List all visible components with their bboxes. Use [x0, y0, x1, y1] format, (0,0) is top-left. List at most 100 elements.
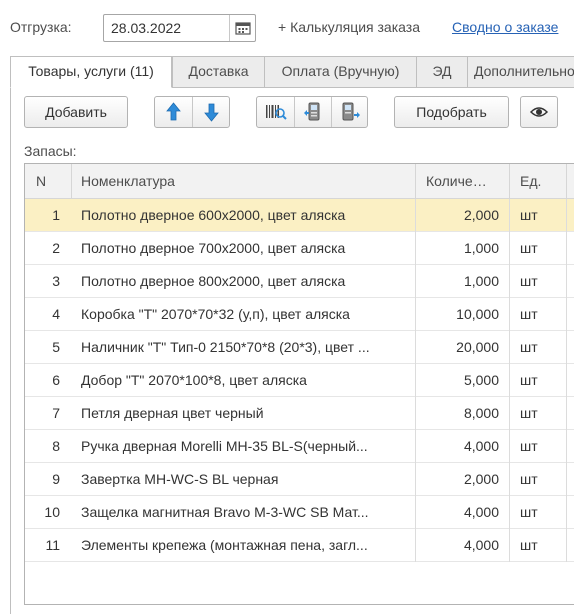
row-quantity[interactable]: 10,000	[417, 298, 499, 331]
row-item-name[interactable]: Коробка "Т" 2070*70*32 (у,п), цвет аляск…	[81, 298, 411, 331]
table-row[interactable]: 8 Ручка дверная Morelli MH-35 BL-S(черны…	[25, 430, 574, 463]
row-quantity[interactable]: 20,000	[417, 331, 499, 364]
shipment-date-field[interactable]: 28.03.2022	[103, 14, 256, 42]
shipment-date-value[interactable]: 28.03.2022	[111, 20, 181, 36]
panel-border	[10, 87, 11, 614]
tab-label: ЭД	[432, 63, 452, 79]
row-unit[interactable]: шт	[520, 331, 560, 364]
table-row[interactable]: 2 Полотно дверное 700x2000, цвет аляска …	[25, 232, 574, 265]
row-number: 1	[52, 207, 60, 223]
tab-delivery[interactable]: Доставка	[172, 56, 265, 88]
row-unit[interactable]: шт	[520, 364, 560, 397]
row-quantity[interactable]: 8,000	[417, 397, 499, 430]
date-field-divider	[229, 15, 230, 41]
shipment-label: Отгрузка:	[10, 19, 72, 35]
row-number: 4	[52, 306, 60, 322]
row-unit[interactable]: шт	[520, 529, 560, 562]
row-quantity[interactable]: 5,000	[417, 364, 499, 397]
move-up-button[interactable]	[155, 97, 192, 127]
table-row[interactable]: 3 Полотно дверное 800x2000, цвет аляска …	[25, 265, 574, 298]
row-item-name[interactable]: Защелка магнитная Bravo M-3-WC SB Мат...	[81, 496, 411, 529]
scanner-settings-icon	[342, 102, 360, 121]
header-row: Отгрузка: 28.03.2022 + Калькуляция заказ…	[0, 0, 574, 56]
column-divider	[509, 199, 510, 562]
move-down-button[interactable]	[192, 97, 229, 127]
row-number: 8	[52, 438, 60, 454]
tab-label: Доставка	[188, 63, 249, 79]
row-item-name[interactable]: Наличник "Т" Тип-0 2150*70*8 (20*3), цве…	[81, 331, 411, 364]
row-item-name[interactable]: Завертка MH-WC-S BL черная	[81, 463, 411, 496]
row-number: 2	[52, 240, 60, 256]
table-row[interactable]: 7 Петля дверная цвет черный 8,000 шт	[25, 397, 574, 430]
table-row[interactable]: 6 Добор "Т" 2070*100*8, цвет аляска 5,00…	[25, 364, 574, 397]
row-unit[interactable]: шт	[520, 430, 560, 463]
tab-label: Товары, услуги (11)	[28, 63, 154, 79]
row-quantity[interactable]: 4,000	[417, 529, 499, 562]
pick-button[interactable]: Подобрать	[394, 96, 509, 128]
row-unit[interactable]: шт	[520, 199, 560, 232]
tab-label: Оплата (Вручную)	[281, 63, 400, 79]
tab-payment[interactable]: Оплата (Вручную)	[264, 56, 417, 88]
column-divider	[566, 199, 567, 562]
row-quantity[interactable]: 2,000	[417, 199, 499, 232]
column-divider	[415, 199, 416, 562]
row-item-name[interactable]: Ручка дверная Morelli MH-35 BL-S(черный.…	[81, 430, 411, 463]
row-unit[interactable]: шт	[520, 232, 560, 265]
arrow-down-icon	[204, 103, 219, 122]
goods-table: N Номенклатура Количе… Ед. 1 Полотно две…	[24, 163, 574, 605]
table-row[interactable]: 11 Элементы крепежа (монтажная пена, заг…	[25, 529, 574, 562]
row-number: 6	[52, 372, 60, 388]
tab-additional[interactable]: Дополнительно	[467, 56, 574, 88]
table-row[interactable]: 10 Защелка магнитная Bravo M-3-WC SB Мат…	[25, 496, 574, 529]
column-header-name[interactable]: Номенклатура	[81, 164, 401, 199]
table-row[interactable]: 5 Наличник "Т" Тип-0 2150*70*8 (20*3), ц…	[25, 331, 574, 364]
column-divider	[509, 164, 510, 199]
row-quantity[interactable]: 4,000	[417, 430, 499, 463]
table-row[interactable]: 4 Коробка "Т" 2070*70*32 (у,п), цвет аля…	[25, 298, 574, 331]
row-unit[interactable]: шт	[520, 496, 560, 529]
calculation-link[interactable]: + Калькуляция заказа	[278, 19, 420, 35]
scanner-load-button[interactable]	[294, 97, 331, 127]
scanner-buttons	[256, 96, 368, 128]
barcode-scan-icon	[266, 105, 287, 120]
row-quantity[interactable]: 1,000	[417, 265, 499, 298]
view-button[interactable]	[520, 96, 558, 128]
row-item-name[interactable]: Добор "Т" 2070*100*8, цвет аляска	[81, 364, 411, 397]
order-summary-link[interactable]: Сводно о заказе	[452, 19, 558, 35]
row-unit[interactable]: шт	[520, 397, 560, 430]
row-number: 7	[52, 405, 60, 421]
row-quantity[interactable]: 2,000	[417, 463, 499, 496]
row-number: 3	[52, 273, 60, 289]
tab-ed[interactable]: ЭД	[416, 56, 468, 88]
row-item-name[interactable]: Элементы крепежа (монтажная пена, загл..…	[81, 529, 411, 562]
move-buttons	[154, 96, 230, 128]
section-label: Запасы:	[24, 143, 77, 159]
row-unit[interactable]: шт	[520, 265, 560, 298]
column-header-qty[interactable]: Количе…	[426, 164, 501, 199]
add-button[interactable]: Добавить	[24, 96, 128, 128]
scanner-device-icon	[304, 102, 320, 121]
tab-goods-services[interactable]: Товары, услуги (11)	[10, 56, 172, 88]
arrow-up-icon	[166, 102, 181, 121]
row-unit[interactable]: шт	[520, 463, 560, 496]
row-item-name[interactable]: Полотно дверное 800x2000, цвет аляска	[81, 265, 411, 298]
tab-bar: Товары, услуги (11) Доставка Оплата (Вру…	[10, 56, 574, 88]
row-item-name[interactable]: Полотно дверное 700x2000, цвет аляска	[81, 232, 411, 265]
column-divider	[415, 164, 416, 199]
row-quantity[interactable]: 1,000	[417, 232, 499, 265]
tab-label: Дополнительно	[474, 63, 574, 79]
row-number: 11	[45, 537, 60, 553]
column-header-n[interactable]: N	[36, 164, 66, 199]
row-quantity[interactable]: 4,000	[417, 496, 499, 529]
row-number: 10	[44, 504, 60, 520]
table-row[interactable]: 1 Полотно дверное 600x2000, цвет аляска …	[25, 199, 574, 232]
row-item-name[interactable]: Петля дверная цвет черный	[81, 397, 411, 430]
column-header-unit[interactable]: Ед.	[520, 164, 560, 199]
row-unit[interactable]: шт	[520, 298, 560, 331]
scanner-unload-button[interactable]	[331, 97, 368, 127]
calendar-icon[interactable]	[235, 21, 251, 35]
table-row[interactable]: 9 Завертка MH-WC-S BL черная 2,000 шт	[25, 463, 574, 496]
row-item-name[interactable]: Полотно дверное 600x2000, цвет аляска	[81, 199, 411, 232]
row-number: 9	[52, 471, 60, 487]
barcode-search-button[interactable]	[257, 97, 294, 127]
